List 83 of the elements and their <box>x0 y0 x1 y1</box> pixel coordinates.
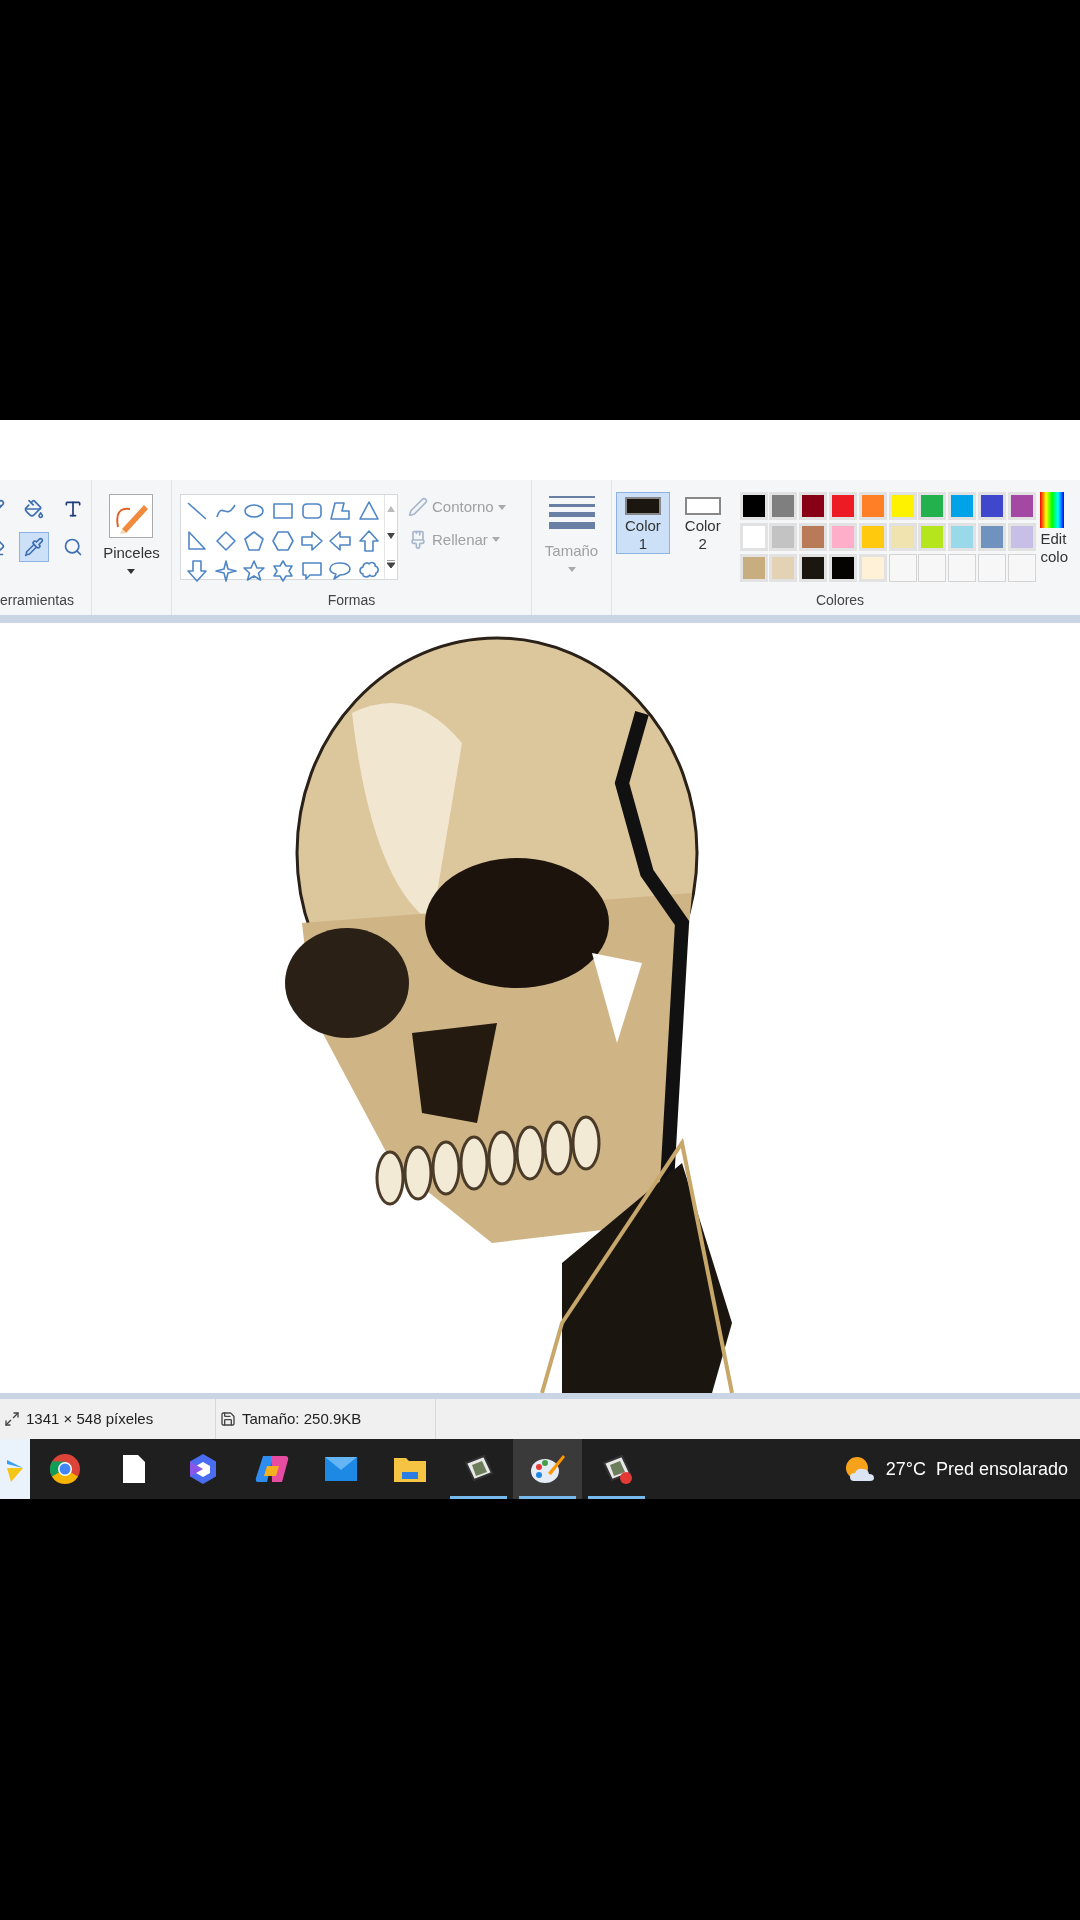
polygon-shape-icon[interactable] <box>328 499 353 523</box>
four-point-star-shape-icon[interactable] <box>213 559 238 583</box>
browser-icon <box>48 1453 81 1485</box>
color-swatch[interactable] <box>739 523 768 551</box>
color-swatch[interactable] <box>858 523 887 551</box>
color-spectrum-icon <box>1040 492 1065 528</box>
brush-icon <box>109 494 154 538</box>
caret-icon <box>127 568 136 574</box>
sun-cloud-icon <box>843 1455 876 1483</box>
color-swatch[interactable] <box>769 523 798 551</box>
save-icon <box>220 1411 236 1427</box>
scroll-up-icon <box>386 505 395 512</box>
running-indicator <box>450 1496 507 1499</box>
color-swatch[interactable] <box>888 492 917 520</box>
scroll-down-icon <box>386 533 395 539</box>
color-swatch[interactable] <box>977 492 1006 520</box>
color-swatch[interactable] <box>739 554 768 582</box>
hexagon-app-icon <box>187 1453 218 1485</box>
down-arrow-shape-icon[interactable] <box>185 559 209 583</box>
picker-tool-button[interactable] <box>19 532 49 562</box>
six-point-star-shape-icon[interactable] <box>270 559 295 583</box>
status-text: Tamaño: 250.9KB <box>242 1408 362 1429</box>
status-text: 1341 × 548 píxeles <box>26 1408 154 1429</box>
right-triangle-shape-icon[interactable] <box>185 529 209 553</box>
pentagon-shape-icon[interactable] <box>242 529 267 553</box>
color-swatch[interactable] <box>888 523 917 551</box>
resize-icon <box>4 1411 20 1427</box>
speech-bubble-shape-icon[interactable] <box>299 559 324 583</box>
color-swatch[interactable] <box>948 523 977 551</box>
eyedropper-icon <box>24 537 44 557</box>
caret-icon <box>497 504 506 510</box>
color-swatch[interactable] <box>918 492 947 520</box>
edit-colors-button[interactable]: Edit colo <box>1040 492 1068 582</box>
taskbar-app-button[interactable] <box>513 1439 582 1499</box>
weather-text: Pred ensolarado <box>935 1457 1068 1481</box>
color-swatch[interactable] <box>829 523 857 551</box>
color-swatch[interactable] <box>1007 523 1036 551</box>
color-swatch[interactable] <box>829 492 857 520</box>
brushes-button[interactable]: Pinceles <box>103 494 160 574</box>
five-point-star-shape-icon[interactable] <box>242 559 267 583</box>
gallery-scroll[interactable] <box>383 495 397 579</box>
color-swatch[interactable] <box>858 554 887 582</box>
line-shape-icon[interactable] <box>185 499 209 523</box>
color-swatch[interactable] <box>769 492 798 520</box>
left-arrow-shape-icon[interactable] <box>328 529 353 553</box>
color-swatch[interactable] <box>739 492 768 520</box>
text-tool-icon <box>63 499 83 519</box>
oval-speech-bubble-shape-icon[interactable] <box>328 559 353 583</box>
pen-icon <box>408 497 428 518</box>
swirl-app-icon <box>254 1454 289 1484</box>
color-swatch[interactable] <box>799 492 828 520</box>
triangle-shape-icon[interactable] <box>356 499 381 523</box>
color-swatch[interactable] <box>1007 492 1036 520</box>
magnifier-icon <box>63 537 83 557</box>
palette-brush-icon <box>529 1453 566 1485</box>
expand-gallery-icon <box>386 560 395 569</box>
running-indicator <box>588 1496 645 1499</box>
right-arrow-shape-icon[interactable] <box>299 529 324 553</box>
color-swatch[interactable] <box>769 554 798 582</box>
group-label: Formas <box>326 591 377 610</box>
drawing-canvas[interactable] <box>0 623 1080 1393</box>
group-label: erramientas <box>0 591 75 610</box>
envelope-icon <box>323 1456 358 1482</box>
color-swatch[interactable] <box>918 523 947 551</box>
group-label: Colores <box>814 591 866 610</box>
color-swatch[interactable] <box>799 523 828 551</box>
color-swatch[interactable] <box>829 554 857 582</box>
temperature-text: 27°C <box>885 1457 926 1481</box>
running-indicator <box>519 1496 576 1499</box>
line-widths-icon <box>548 494 595 530</box>
document-icon <box>121 1454 146 1484</box>
color-swatch[interactable] <box>948 492 977 520</box>
color-swatch[interactable] <box>858 492 887 520</box>
caret-icon <box>567 566 576 572</box>
color-swatch[interactable] <box>977 523 1006 551</box>
color-swatch[interactable] <box>799 554 828 582</box>
folder-icon <box>392 1455 427 1483</box>
diamond-shape-icon[interactable] <box>213 529 238 553</box>
caret-icon <box>491 537 500 543</box>
color-1-button[interactable]: Color 1 <box>616 492 670 554</box>
up-arrow-shape-icon[interactable] <box>356 529 381 553</box>
color-2-button[interactable]: Color 2 <box>675 492 730 554</box>
hexagon-shape-icon[interactable] <box>270 529 295 553</box>
